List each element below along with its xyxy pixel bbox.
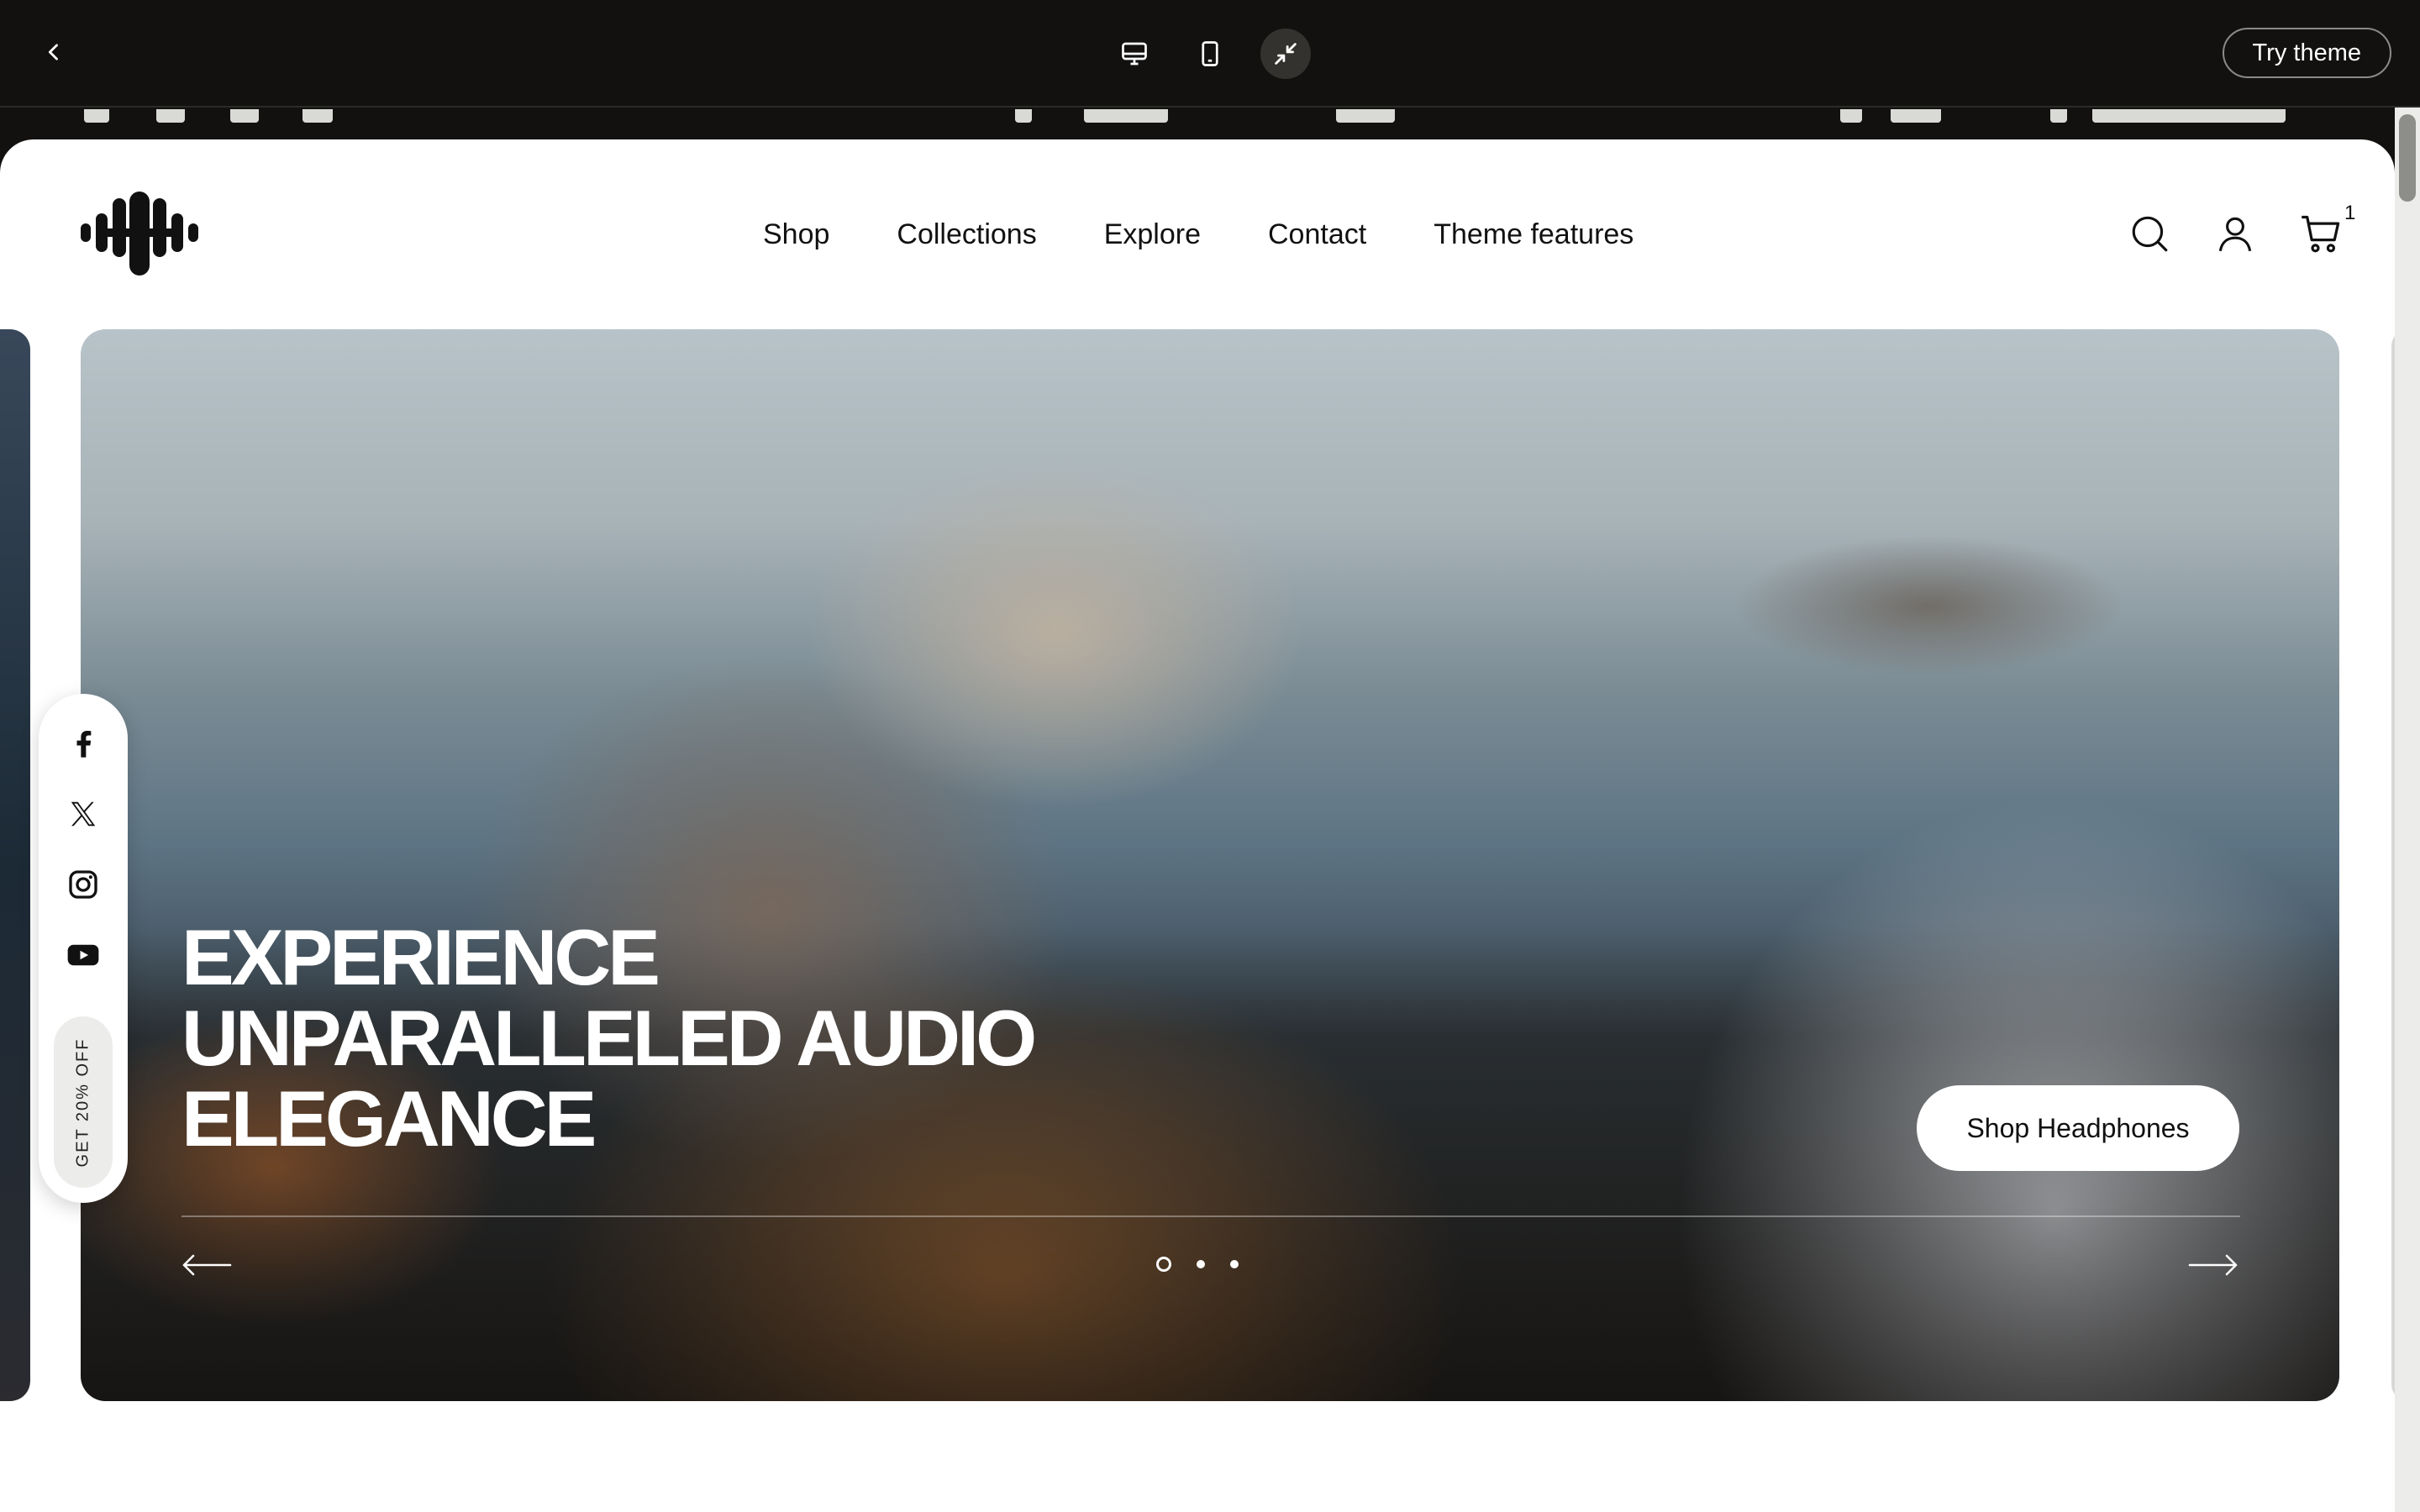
announcement-bar (0, 109, 2395, 143)
x-twitter-link[interactable] (64, 795, 103, 833)
mobile-view-button[interactable] (1185, 29, 1235, 79)
user-icon (2218, 217, 2252, 252)
slide-pagination (1156, 1257, 1239, 1272)
arrow-left-icon (182, 1254, 232, 1276)
search-icon (2132, 216, 2168, 252)
previous-slide-peek[interactable] (0, 329, 30, 1401)
scrollbar-thumb[interactable] (2399, 114, 2416, 202)
store-page: Shop Collections Explore Contact Theme f… (0, 139, 2395, 1512)
mobile-icon (1202, 41, 1218, 66)
brand-logo[interactable] (81, 192, 198, 276)
collapse-view-button[interactable] (1260, 29, 1311, 79)
youtube-icon (67, 944, 99, 966)
cart-button[interactable] (2297, 210, 2344, 257)
youtube-link[interactable] (64, 936, 103, 974)
slide-dot-3[interactable] (1230, 1260, 1239, 1268)
shop-headphones-button[interactable]: Shop Headphones (1917, 1085, 2239, 1171)
logo-icon (81, 192, 198, 276)
desktop-view-button[interactable] (1109, 29, 1160, 79)
scrollbar-track[interactable] (2395, 108, 2420, 1512)
promo-button[interactable]: GET 20% OFF (54, 1016, 113, 1188)
hero-title-line: EXPERIENCE (182, 913, 660, 1001)
instagram-link[interactable] (64, 865, 103, 904)
collapse-arrows-icon (1275, 43, 1297, 65)
search-button[interactable] (2126, 210, 2173, 257)
nav-explore[interactable]: Explore (1104, 218, 1201, 251)
hero-image (81, 329, 2339, 1401)
slide-dot-2[interactable] (1197, 1260, 1205, 1268)
desktop-icon (1122, 42, 1147, 66)
chevron-left-icon (48, 44, 58, 60)
hero-title-line: ELEGANCE (182, 1074, 597, 1163)
account-button[interactable] (2212, 210, 2259, 257)
x-twitter-icon (71, 801, 96, 827)
slide-dot-1[interactable] (1156, 1257, 1171, 1272)
back-button[interactable] (30, 29, 77, 76)
device-switcher (1109, 29, 1311, 79)
next-slide-peek[interactable] (2391, 329, 2395, 1401)
hero-title-line: UNPARALLELED AUDIO (182, 994, 1037, 1082)
instagram-icon (69, 870, 97, 899)
arrow-right-icon (2188, 1254, 2238, 1276)
site-header: Shop Collections Explore Contact Theme f… (0, 139, 2395, 328)
try-theme-button[interactable]: Try theme (2222, 28, 2391, 78)
cart-count-badge: 1 (2344, 202, 2356, 224)
header-actions (2126, 210, 2344, 257)
nav-collections[interactable]: Collections (897, 218, 1036, 251)
slide-next-button[interactable] (2188, 1248, 2238, 1282)
facebook-icon (76, 731, 92, 758)
hero-divider (182, 1215, 2240, 1217)
main-nav: Shop Collections Explore Contact Theme f… (763, 218, 1634, 251)
facebook-link[interactable] (64, 724, 103, 763)
cart-icon (2302, 215, 2340, 253)
floating-social-bar: GET 20% OFF (39, 694, 128, 1203)
promo-label: GET 20% OFF (73, 1037, 92, 1167)
hero-title: EXPERIENCE UNPARALLELED AUDIO ELEGANCE (182, 917, 1190, 1159)
slide-prev-button[interactable] (182, 1248, 232, 1282)
hero-slideshow: EXPERIENCE UNPARALLELED AUDIO ELEGANCE S… (81, 329, 2339, 1401)
nav-shop[interactable]: Shop (763, 218, 829, 251)
nav-theme-features[interactable]: Theme features (1434, 218, 1634, 251)
nav-contact[interactable]: Contact (1268, 218, 1366, 251)
preview-toolbar: Try theme (0, 0, 2420, 108)
